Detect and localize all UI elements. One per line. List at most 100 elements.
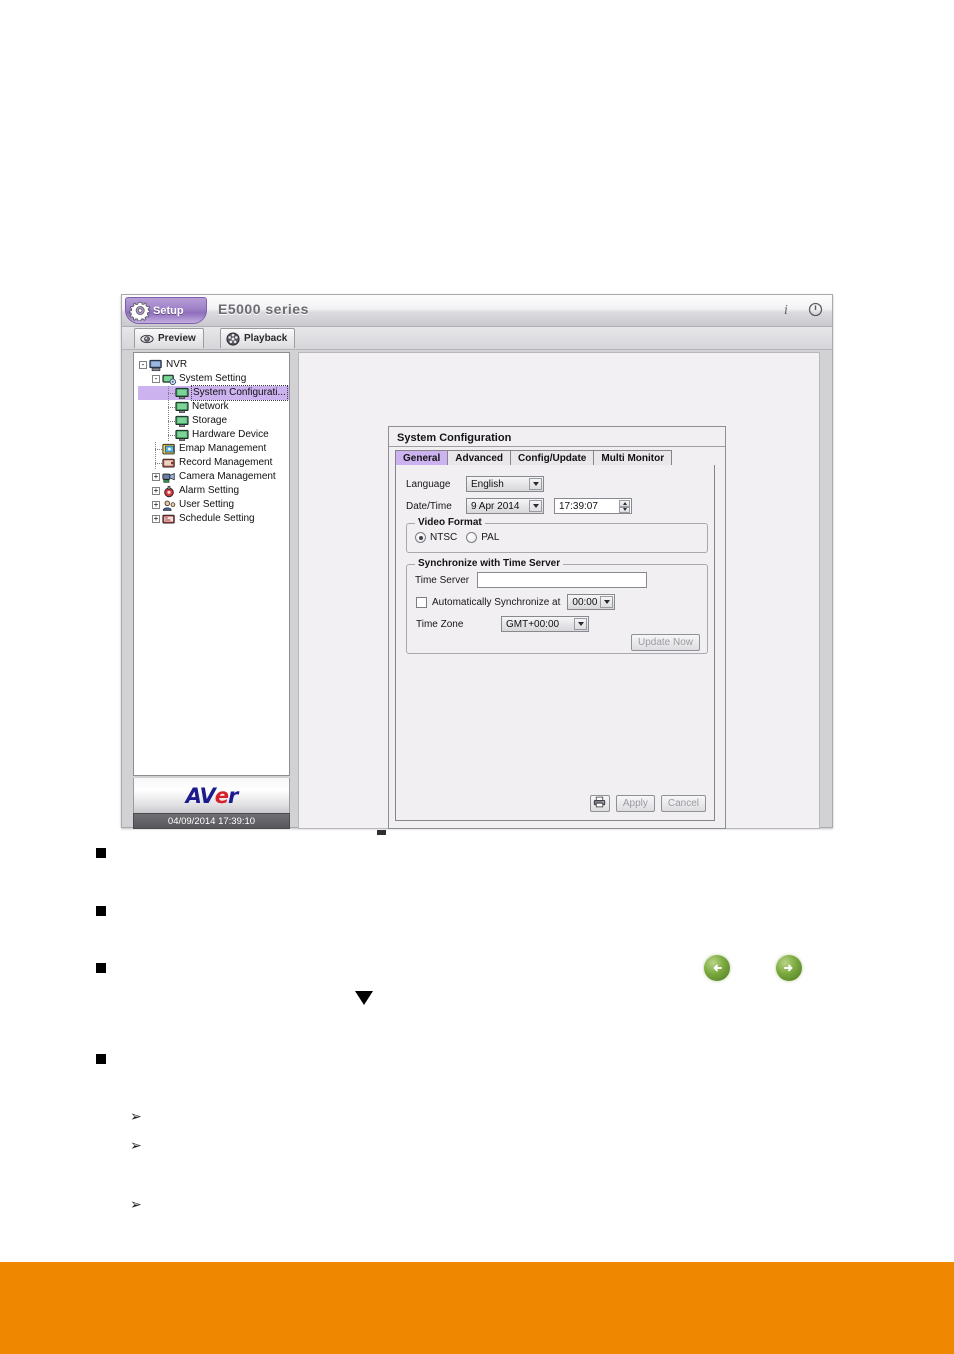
time-server-label: Time Server — [415, 574, 470, 586]
auto-sync-time-select[interactable]: 00:00 — [567, 594, 616, 610]
system-config-icon — [175, 387, 189, 400]
tree-item-system-setting[interactable]: - System Setting — [138, 372, 289, 386]
language-row: Language English — [406, 476, 544, 492]
tree-item-user-setting[interactable]: + User Setting — [138, 498, 289, 512]
system-configuration-title: System Configuration — [397, 432, 512, 444]
triangle-down-marker-icon — [355, 991, 373, 1005]
hardware-device-icon — [175, 429, 189, 442]
cancel-label: Cancel — [667, 798, 699, 809]
video-format-legend: Video Format — [415, 517, 485, 528]
setup-tab-label: Setup — [153, 304, 184, 317]
time-stepper[interactable]: 17:39:07 — [554, 498, 632, 514]
tree-expander[interactable]: + — [151, 484, 162, 498]
tree-expander[interactable]: + — [151, 470, 162, 484]
tab-advanced[interactable]: Advanced — [447, 450, 512, 466]
date-picker[interactable]: 9 Apr 2014 — [466, 498, 544, 514]
tree-twig — [164, 400, 176, 414]
preview-button-label: Preview — [158, 333, 196, 344]
tree-item-emap-management[interactable]: Emap Management — [138, 442, 289, 456]
tree-item-storage[interactable]: Storage — [138, 414, 289, 428]
datetime-label: Date/Time — [406, 500, 452, 512]
tree-item-label: Record Management — [179, 457, 273, 468]
tree-expander[interactable]: - — [138, 358, 149, 372]
chevron-down-icon[interactable] — [574, 618, 587, 630]
setup-tab[interactable]: Setup — [125, 297, 207, 324]
video-format-fieldset: Video Format NTSC PAL — [406, 517, 708, 553]
aver-logo-part3: r — [227, 783, 238, 808]
tree-item-label: Schedule Setting — [179, 513, 255, 524]
tree-item-schedule-setting[interactable]: + Schedule Setting — [138, 512, 289, 526]
chevron-down-icon[interactable] — [600, 596, 614, 608]
tree-item-hardware-device[interactable]: Hardware Device — [138, 428, 289, 442]
nav-back-icon[interactable] — [704, 955, 730, 981]
tree-item-nvr[interactable]: - NVR — [138, 358, 289, 372]
mode-toolbar: Preview Playback — [122, 327, 832, 350]
tree-twig — [164, 428, 176, 442]
navigation-tree-pane[interactable]: - NVR - System Setting System Configurati...… — [133, 352, 290, 776]
panel-footer-buttons: Apply Cancel — [589, 795, 706, 813]
user-icon — [162, 499, 176, 512]
tree-item-label: Storage — [192, 415, 228, 426]
timezone-label: Time Zone — [416, 618, 464, 630]
playback-button-label: Playback — [244, 333, 288, 344]
spinner-down[interactable] — [619, 506, 630, 513]
list-bullet-square — [96, 963, 106, 973]
playback-button[interactable]: Playback — [220, 328, 296, 348]
tree-expander[interactable]: + — [151, 498, 162, 512]
update-now-button[interactable]: Update Now — [630, 634, 700, 651]
title-divider — [389, 446, 725, 447]
time-value: 17:39:07 — [559, 500, 598, 512]
chevron-down-icon[interactable] — [529, 500, 542, 512]
tree-item-system-configurati[interactable]: System Configurati... — [138, 385, 289, 401]
system-configuration-groupbox: System Configuration General Advanced Conf… — [388, 426, 726, 829]
printer-icon — [593, 795, 606, 813]
emap-icon — [162, 443, 176, 456]
time-server-input[interactable] — [477, 572, 648, 588]
tree-item-label: Camera Management — [179, 471, 276, 482]
tab-label: Multi Monitor — [601, 453, 665, 464]
list-bullet-arrow: ➢ — [130, 1138, 142, 1154]
camera-icon — [162, 471, 176, 484]
tree-item-label: System Configurati... — [191, 385, 288, 401]
nav-forward-icon[interactable] — [776, 955, 802, 981]
radio-ntsc-label: NTSC — [430, 532, 458, 543]
tab-general[interactable]: General — [395, 450, 449, 466]
window-title: E5000 series — [218, 301, 309, 317]
tree-item-network[interactable]: Network — [138, 400, 289, 414]
preview-button[interactable]: Preview — [134, 328, 204, 348]
tree-item-alarm-setting[interactable]: + Alarm Setting — [138, 484, 289, 498]
spinner-arrows-icon[interactable] — [619, 500, 630, 513]
timezone-select[interactable]: GMT+00:00 — [501, 616, 589, 632]
time-server-fieldset: Synchronize with Time Server Time Server… — [406, 558, 708, 654]
storage-icon — [175, 415, 189, 428]
print-button[interactable] — [589, 795, 610, 813]
gear-icon — [129, 300, 150, 321]
aver-logo-part1: AV — [185, 783, 216, 808]
tree-item-record-management[interactable]: Record Management — [138, 456, 289, 470]
cancel-button[interactable]: Cancel — [660, 795, 706, 812]
tab-config-update[interactable]: Config/Update — [510, 450, 595, 466]
info-icon[interactable]: i — [778, 301, 794, 317]
window-titlebar: Setup E5000 series i — [122, 295, 832, 327]
apply-button[interactable]: Apply — [615, 795, 655, 812]
power-icon[interactable] — [807, 301, 823, 317]
tree-expander[interactable]: + — [151, 512, 162, 526]
list-bullet-square — [96, 906, 106, 916]
tab-label: Config/Update — [518, 453, 587, 464]
record-icon — [162, 457, 176, 470]
tree-expander[interactable]: - — [151, 372, 162, 386]
brand-logo-strip: AV e r — [133, 778, 290, 813]
tab-multi-monitor[interactable]: Multi Monitor — [593, 450, 673, 466]
time-server-legend: Synchronize with Time Server — [415, 558, 564, 569]
auto-sync-time-value: 00:00 — [572, 596, 598, 608]
auto-sync-checkbox[interactable] — [416, 596, 427, 608]
radio-ntsc[interactable] — [415, 532, 426, 543]
radio-pal[interactable] — [466, 532, 478, 543]
tab-label: Advanced — [455, 453, 504, 464]
window-edge-artifact — [377, 830, 386, 835]
tab-label: General — [403, 453, 441, 464]
language-select[interactable]: English — [466, 476, 544, 492]
tree-item-camera-management[interactable]: + Camera Management — [138, 470, 289, 484]
update-now-label: Update Now — [637, 637, 693, 648]
chevron-down-icon[interactable] — [529, 478, 542, 490]
